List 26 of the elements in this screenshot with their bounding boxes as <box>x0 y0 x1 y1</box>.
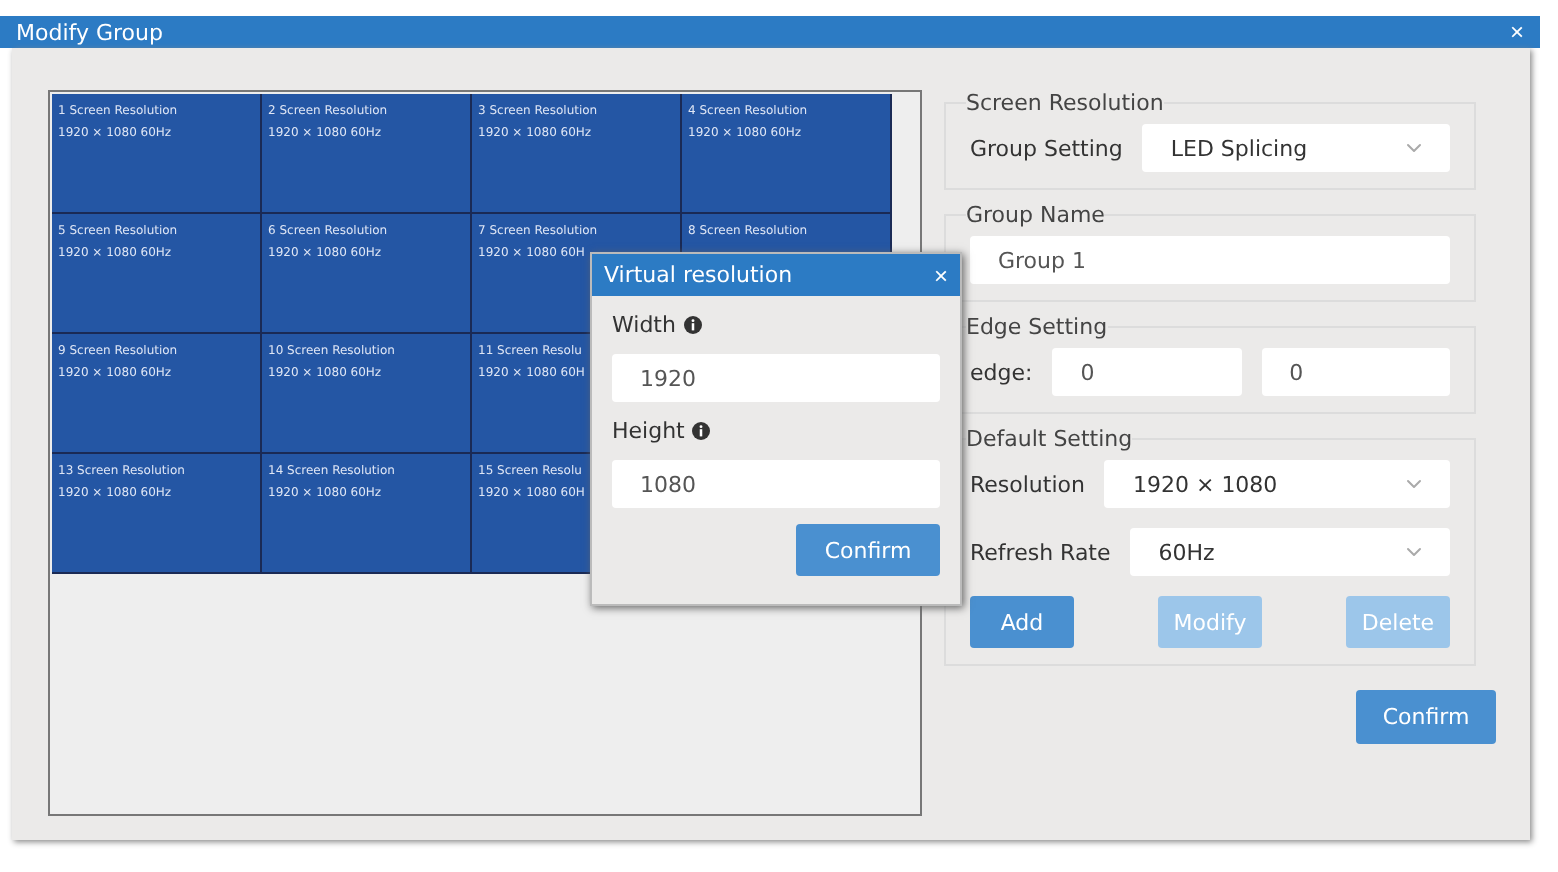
field-label: Refresh Rate <box>970 539 1111 565</box>
input-field[interactable]: 0 <box>1052 348 1242 396</box>
group-legend: Edge Setting <box>966 314 1108 340</box>
info-icon <box>692 422 711 440</box>
select-field[interactable]: 1920 × 1080 <box>1104 460 1450 508</box>
group-legend: Default Setting <box>966 426 1133 452</box>
action-button[interactable]: Add <box>970 596 1074 648</box>
input-field[interactable]: 0 <box>1261 348 1450 396</box>
field-label: edge: <box>970 359 1033 385</box>
select-field[interactable]: 60Hz <box>1130 528 1450 576</box>
window-title: Modify Group <box>16 19 163 45</box>
close-button[interactable]: × <box>933 263 948 287</box>
field-label: Height <box>612 418 685 444</box>
confirm-button[interactable]: Confirm <box>1356 690 1496 744</box>
group-legend: Group Name <box>966 202 1105 228</box>
field-label: Width <box>612 312 676 338</box>
field-label: Resolution <box>970 471 1085 497</box>
info-icon <box>683 316 702 334</box>
confirm-button[interactable]: Confirm <box>796 524 940 576</box>
select-field[interactable]: LED Splicing <box>1142 124 1450 172</box>
input-field[interactable]: 1080 <box>612 460 940 508</box>
group-legend: Screen Resolution <box>966 90 1164 116</box>
close-button[interactable]: × <box>1509 20 1524 44</box>
field-label: Group Setting <box>970 135 1123 161</box>
input-field[interactable]: 1920 <box>612 354 940 402</box>
input-field[interactable]: Group 1 <box>970 236 1450 284</box>
